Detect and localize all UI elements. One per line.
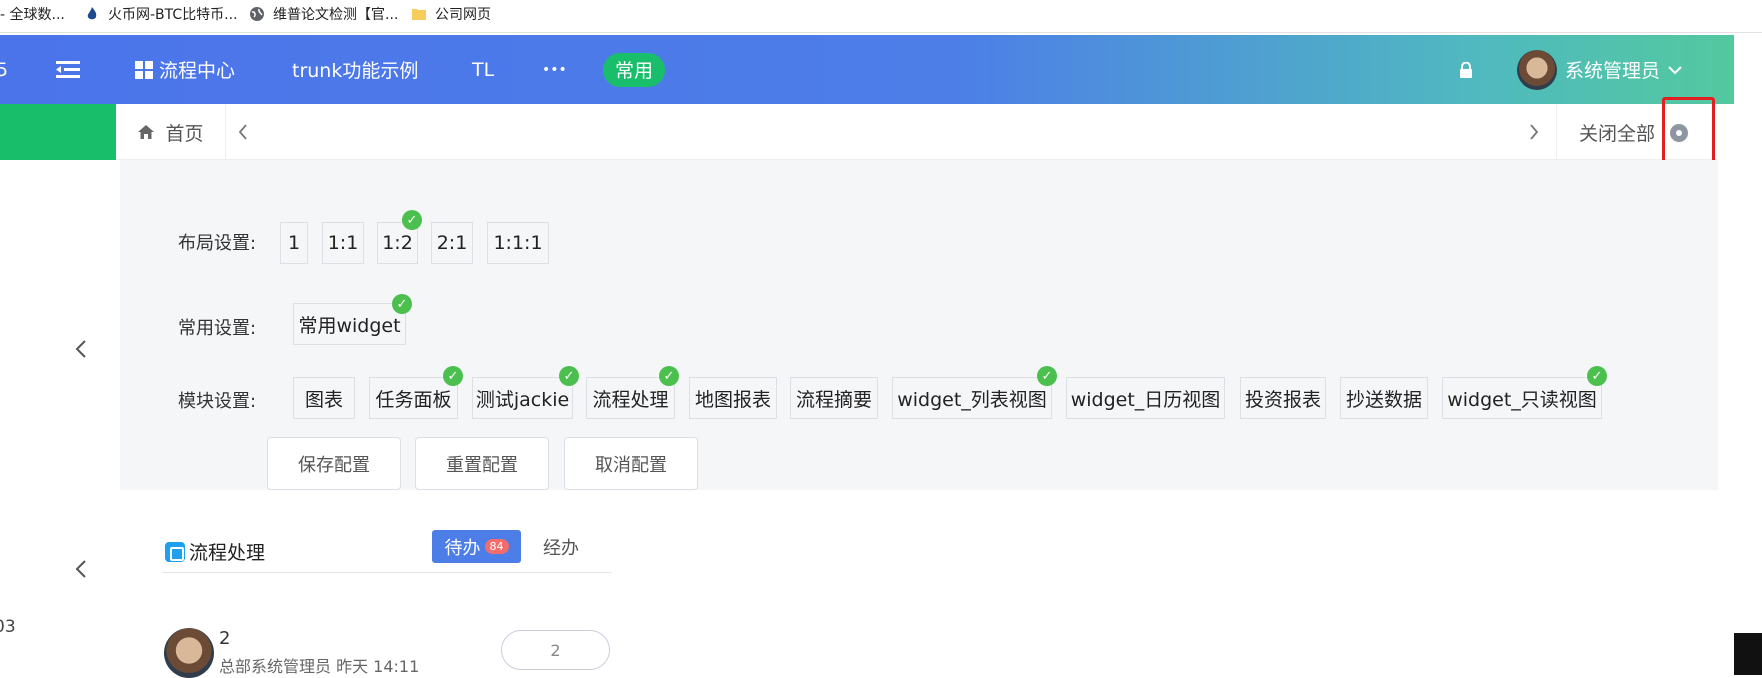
sidebar-active-item[interactable] <box>0 104 116 160</box>
item-action-button[interactable]: 2 <box>501 630 610 670</box>
cancel-config-button[interactable]: 取消配置 <box>564 437 698 490</box>
cube-icon <box>165 541 185 562</box>
tab-scroll-left-icon[interactable] <box>238 104 248 160</box>
flame-icon <box>87 7 97 20</box>
module-option[interactable]: widget_列表视图 <box>892 377 1052 419</box>
common-label: 常用设置: <box>178 318 257 339</box>
bookmark-label: 公司网页 <box>435 7 491 23</box>
menu-common[interactable]: 常用 <box>603 35 666 104</box>
bookmark-label: 维普论文检测【官... <box>273 7 399 23</box>
check-icon: ✓ <box>1587 366 1607 386</box>
module-option[interactable]: 抄送数据 <box>1340 377 1428 419</box>
process-widget-card: 流程处理 待办 84 经办 2 总部系统管理员 昨天 14:11 2 <box>135 518 640 678</box>
widget-title-text: 流程处理 <box>189 542 266 564</box>
menu-label: 流程中心 <box>159 60 236 82</box>
sidebar-collapse-icon[interactable] <box>75 336 87 366</box>
module-option[interactable]: widget_日历视图 <box>1066 377 1225 419</box>
check-icon: ✓ <box>402 210 422 230</box>
bookmark-item[interactable]: - 全球数... <box>0 3 65 25</box>
item-meta: 总部系统管理员 昨天 14:11 <box>219 657 420 676</box>
module-option[interactable]: 测试jackie <box>472 377 573 419</box>
menu-process-center[interactable]: 流程中心 <box>135 35 235 104</box>
bookmarks-bar: - 全球数... 火币网-BTC比特币... 维普论文检测【官... 公司网页 <box>0 0 1762 33</box>
tab-done[interactable]: 经办 <box>543 530 579 563</box>
globe-icon <box>250 7 264 21</box>
divider <box>162 572 612 573</box>
check-icon: ✓ <box>443 366 463 386</box>
bookmark-label: 火币网-BTC比特币... <box>108 7 238 23</box>
common-option[interactable]: 常用widget <box>293 303 406 345</box>
menu-toggle-icon[interactable] <box>56 35 80 104</box>
avatar <box>1517 49 1557 90</box>
layout-option[interactable]: 2:1 <box>431 222 473 264</box>
sidebar-collapse-icon[interactable] <box>75 556 87 586</box>
module-option[interactable]: 投资报表 <box>1240 377 1326 419</box>
grid-icon <box>135 60 153 79</box>
user-menu[interactable]: 系统管理员 <box>1517 35 1682 104</box>
active-pill: 常用 <box>603 52 666 87</box>
close-all-button[interactable]: 关闭全部 <box>1556 104 1655 160</box>
widget-title: 流程处理 <box>165 538 265 565</box>
tab-home-label: 首页 <box>165 122 204 145</box>
avatar <box>164 628 214 678</box>
module-label: 模块设置: <box>178 391 257 412</box>
layout-option[interactable]: 1 <box>280 222 308 264</box>
bookmark-item[interactable]: 维普论文检测【官... <box>249 3 398 25</box>
sidebar-partial-text: 03 <box>0 617 16 637</box>
check-icon: ✓ <box>659 366 679 386</box>
module-option[interactable]: 图表 <box>293 377 355 419</box>
folder-icon <box>412 9 426 20</box>
bookmark-label: - 全球数... <box>0 7 65 23</box>
count-badge: 84 <box>484 539 509 554</box>
tab-todo-label: 待办 <box>444 537 481 559</box>
save-config-button[interactable]: 保存配置 <box>267 437 401 490</box>
layout-label: 布局设置: <box>178 233 257 254</box>
chevron-down-icon <box>1668 65 1682 74</box>
tab-scroll-right-icon[interactable] <box>1529 104 1539 160</box>
module-option[interactable]: widget_只读视图 <box>1442 377 1602 419</box>
menu-tl[interactable]: TL <box>472 35 494 104</box>
reset-config-button[interactable]: 重置配置 <box>415 437 549 490</box>
tab-bar: 首页 关闭全部 <box>116 104 1718 160</box>
check-icon: ✓ <box>1037 366 1057 386</box>
more-menu-icon[interactable]: ••• <box>542 35 567 104</box>
module-option[interactable]: 流程摘要 <box>790 377 878 419</box>
layout-option[interactable]: 1:1:1 <box>487 222 549 264</box>
module-option[interactable]: 地图报表 <box>689 377 777 419</box>
windows-taskbar-corner <box>1734 633 1762 675</box>
top-header: 5 流程中心 trunk功能示例 TL ••• 常用 系统管理员 <box>0 35 1734 104</box>
lock-icon[interactable] <box>1459 35 1473 104</box>
menu-trunk-examples[interactable]: trunk功能示例 <box>292 35 418 104</box>
user-name: 系统管理员 <box>1565 60 1661 82</box>
layout-option[interactable]: 1:1 <box>322 222 364 264</box>
bookmark-item[interactable]: 公司网页 <box>411 3 491 25</box>
home-icon <box>138 125 155 139</box>
logo-partial: 5 <box>0 58 9 81</box>
check-icon: ✓ <box>392 294 412 314</box>
tab-home[interactable]: 首页 <box>116 104 226 160</box>
bookmark-item[interactable]: 火币网-BTC比特币... <box>84 3 238 25</box>
module-option[interactable]: 任务面板 <box>369 377 458 419</box>
tab-todo[interactable]: 待办 84 <box>432 530 521 563</box>
item-title[interactable]: 2 <box>219 628 230 649</box>
check-icon: ✓ <box>559 366 579 386</box>
